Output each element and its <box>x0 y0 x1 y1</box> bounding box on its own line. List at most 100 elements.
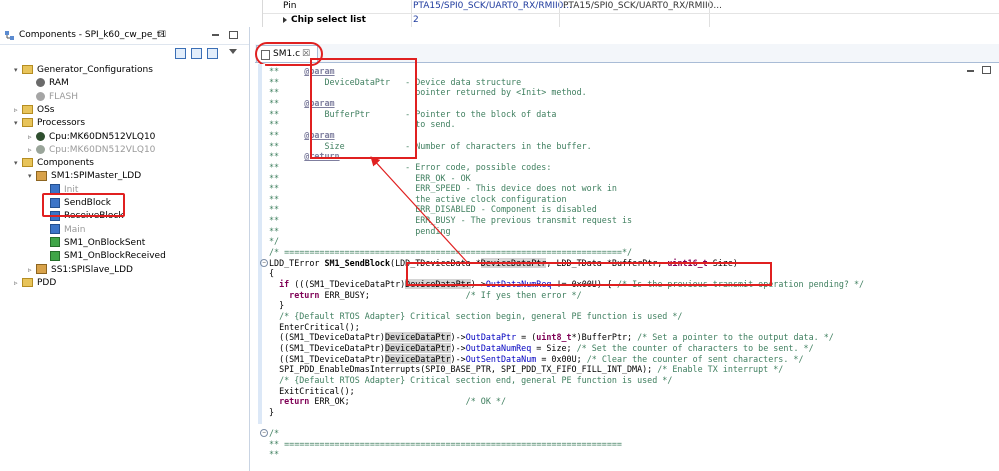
folder-icon <box>22 118 33 128</box>
twisty-icon[interactable]: ▹ <box>14 277 22 290</box>
column-divider <box>411 14 412 27</box>
folder-icon <box>22 277 33 287</box>
folder-icon <box>22 104 33 114</box>
tree-item[interactable]: ▹ Cpu:MK60DN512VLQ10 <box>28 131 155 144</box>
maximize-icon[interactable] <box>229 31 238 39</box>
cpu-icon <box>36 144 45 154</box>
gear-icon <box>36 91 45 101</box>
table-row[interactable]: Chip select list 2 <box>263 14 999 28</box>
tree-item[interactable]: ▹ SS1:SPISlave_LDD <box>28 264 133 277</box>
fold-toggle-icon[interactable]: − <box>260 429 268 438</box>
property-key-group[interactable]: Chip select list <box>283 14 366 27</box>
twisty-icon[interactable]: ▹ <box>28 264 36 277</box>
code-line[interactable]: ** the active clock configuration <box>269 194 567 204</box>
code-line[interactable]: /* {Default RTOS Adapter} Critical secti… <box>269 375 672 385</box>
code-line[interactable]: ** pending <box>269 226 451 236</box>
components-view-title[interactable]: Components - SPI_k60_cw_pe_t1 <box>19 27 166 44</box>
property-value[interactable]: PTA15/SPI0_SCK/UART0_RX/RMII0... <box>413 0 572 13</box>
components-view-toolbar <box>0 45 249 62</box>
code-line[interactable]: ** ERR_SPEED - This device does not work… <box>269 183 617 193</box>
code-line[interactable]: EnterCritical(); <box>269 322 360 332</box>
code-line[interactable]: ** ERR_DISABLED - Component is disabled <box>269 204 597 214</box>
components-view-header: Components - SPI_k60_cw_pe_t1 ☒ <box>0 27 249 45</box>
twisty-icon[interactable]: ▹ <box>28 144 36 157</box>
tree-item[interactable]: SM1_OnBlockSent <box>42 237 145 250</box>
code-line[interactable]: /* − <box>260 428 279 438</box>
twisty-icon[interactable]: ▹ <box>28 131 36 144</box>
close-icon[interactable]: ☒ <box>158 27 166 44</box>
tree-item[interactable]: ▾ Components <box>14 157 94 170</box>
expand-triangle-icon[interactable] <box>283 16 287 23</box>
column-divider <box>411 0 412 13</box>
code-line[interactable]: return ERR_OK; /* OK */ <box>269 396 506 406</box>
components-view: Components - SPI_k60_cw_pe_t1 ☒ ▾ Generat… <box>0 27 250 471</box>
property-value-alt[interactable]: PTA15/SPI0_SCK/UART0_RX/RMII0... <box>563 0 722 13</box>
properties-table: Pin PTA15/SPI0_SCK/UART0_RX/RMII0... PTA… <box>262 0 999 28</box>
code-line[interactable]: ((SM1_TDeviceDataPtr)DeviceDataPtr)->Out… <box>269 332 834 343</box>
collapse-all-icon[interactable] <box>175 48 186 59</box>
folder-icon <box>22 65 33 74</box>
range-indicator <box>258 64 262 424</box>
code-line[interactable]: ** ERR_OK - OK <box>269 173 471 183</box>
components-view-icon <box>5 31 14 40</box>
twisty-icon[interactable]: ▾ <box>14 157 22 170</box>
code-line[interactable]: ** <box>269 449 279 459</box>
tree-item-label: SS1:SPISlave_LDD <box>51 264 133 275</box>
cpu-icon <box>36 131 45 141</box>
tree-item[interactable]: ▾ Generator_Configurations <box>14 64 153 77</box>
filter-icon[interactable] <box>207 48 218 59</box>
method-icon <box>50 224 60 235</box>
column-divider <box>709 14 710 27</box>
signature-highlight-box <box>406 262 772 286</box>
tree-item[interactable]: ▹ Cpu:MK60DN512VLQ10 <box>28 144 155 157</box>
tree-item[interactable]: ▾ SM1:SPIMaster_LDD <box>28 170 141 183</box>
code-line[interactable]: { <box>269 268 274 278</box>
tree-item-label: Cpu:MK60DN512VLQ10 <box>49 131 156 142</box>
tree-item[interactable]: RAM <box>28 77 69 90</box>
code-line[interactable]: ** - Error code, possible codes: <box>269 162 551 172</box>
twisty-icon[interactable]: ▹ <box>14 104 22 117</box>
code-line[interactable]: return ERR_BUSY; /* If yes then error */ <box>269 290 581 300</box>
minimize-icon[interactable] <box>212 34 219 36</box>
property-value[interactable]: 2 <box>413 14 419 27</box>
code-line[interactable]: SPI_PDD_EnableDmasInterrupts(SPI0_BASE_P… <box>269 364 783 374</box>
table-row[interactable]: Pin PTA15/SPI0_SCK/UART0_RX/RMII0... PTA… <box>263 0 999 14</box>
fold-toggle-icon[interactable]: − <box>260 258 268 267</box>
minimize-icon[interactable] <box>967 70 974 72</box>
properties-strip: Pin PTA15/SPI0_SCK/UART0_RX/RMII0... PTA… <box>0 0 999 28</box>
code-line[interactable]: /* =====================================… <box>269 247 632 257</box>
column-divider <box>559 0 560 13</box>
link-editor-icon[interactable] <box>191 48 202 59</box>
twisty-icon[interactable]: ▾ <box>14 64 22 77</box>
code-line[interactable]: ((SM1_TDeviceDataPtr)DeviceDataPtr)->Out… <box>269 342 814 353</box>
code-line[interactable]: ** =====================================… <box>269 439 622 449</box>
code-line[interactable]: /* {Default RTOS Adapter} Critical secti… <box>269 311 682 321</box>
gear-icon <box>36 78 45 88</box>
code-line[interactable]: ((SM1_TDeviceDataPtr)DeviceDataPtr)->Out… <box>269 353 804 364</box>
tree-item[interactable]: ▾ Processors <box>14 117 85 130</box>
tree-item[interactable]: ▹ PDD <box>14 277 56 290</box>
tree-item[interactable]: ▹ OSs <box>14 104 55 117</box>
code-line[interactable]: */ <box>269 236 279 246</box>
tree-item[interactable]: Main <box>42 224 86 237</box>
column-divider <box>559 14 560 27</box>
tree-item[interactable]: SM1_OnBlockReceived <box>42 250 166 263</box>
maximize-icon[interactable] <box>982 66 991 74</box>
code-line[interactable]: ** ERR_BUSY - The previous transmit requ… <box>269 215 632 225</box>
code-line[interactable]: } <box>269 407 274 417</box>
tree-item-label: Main <box>64 224 86 235</box>
property-key-label: Chip select list <box>291 15 366 25</box>
tree-item-label: SM1_OnBlockSent <box>64 237 146 248</box>
bean-icon <box>36 170 47 181</box>
tree-item[interactable]: FLASH <box>28 91 78 104</box>
twisty-icon[interactable]: ▾ <box>28 170 36 183</box>
event-icon <box>50 237 60 248</box>
tree-item-label: SM1:SPIMaster_LDD <box>51 171 142 182</box>
view-menu-icon[interactable] <box>229 49 237 54</box>
code-line[interactable]: } <box>269 300 284 310</box>
param-highlight-box <box>310 58 417 159</box>
outline-fragment <box>0 0 240 27</box>
twisty-icon[interactable]: ▾ <box>14 117 22 130</box>
code-line[interactable]: ExitCritical(); <box>269 386 355 396</box>
tree-item-label: Processors <box>37 118 86 129</box>
